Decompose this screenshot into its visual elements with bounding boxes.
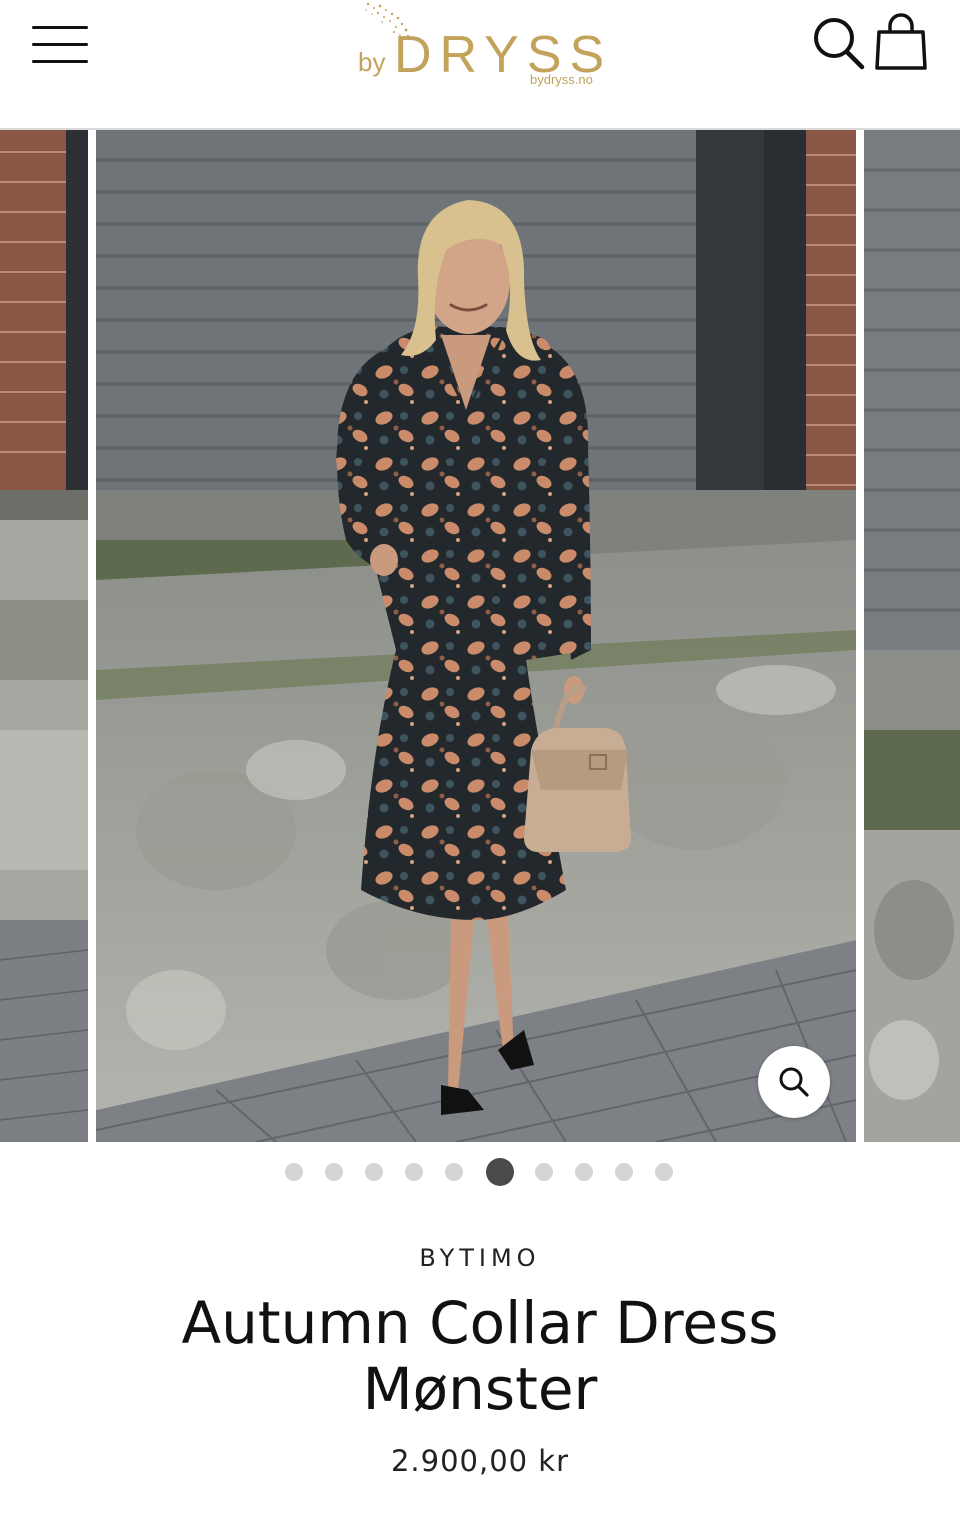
product-page: by DRYSS bydryss.no BYTIMO Autumn Collar… [0,0,960,1539]
menu-bar [32,43,88,46]
gallery-dot[interactable] [535,1163,553,1181]
site-logo[interactable]: by DRYSS bydryss.no [350,0,610,100]
gallery-dot[interactable] [655,1163,673,1181]
zoom-icon[interactable] [758,1046,830,1118]
gallery-slide-next[interactable] [864,130,960,1142]
gallery-dot[interactable] [365,1163,383,1181]
gallery-slide-active[interactable] [96,130,856,1142]
search-icon[interactable] [812,16,866,72]
gallery-dot-active[interactable] [486,1158,514,1186]
product-price: 2.900,00 kr [390,1444,570,1478]
product-title-line2: Mønster [362,1355,598,1423]
gallery-dot[interactable] [405,1163,423,1181]
gallery-dot[interactable] [615,1163,633,1181]
site-header: by DRYSS bydryss.no [0,0,960,130]
product-brand[interactable]: BYTIMO [0,1244,960,1272]
menu-bar [32,60,88,63]
product-gallery[interactable] [0,130,960,1142]
logo-prefix: by [358,47,386,77]
logo-url: bydryss.no [530,72,593,87]
gallery-dot[interactable] [445,1163,463,1181]
shopping-bag-icon[interactable] [874,12,928,72]
menu-bar [32,26,88,29]
hamburger-menu-icon[interactable] [32,24,88,64]
product-photo [96,130,856,1142]
gallery-pagination [0,1156,960,1186]
gallery-slide-previous[interactable] [0,130,88,1142]
gallery-dot[interactable] [285,1163,303,1181]
product-title: Autumn Collar Dress Mønster [40,1290,920,1422]
product-title-line1: Autumn Collar Dress [181,1289,779,1357]
gallery-dot[interactable] [575,1163,593,1181]
gallery-dot[interactable] [325,1163,343,1181]
